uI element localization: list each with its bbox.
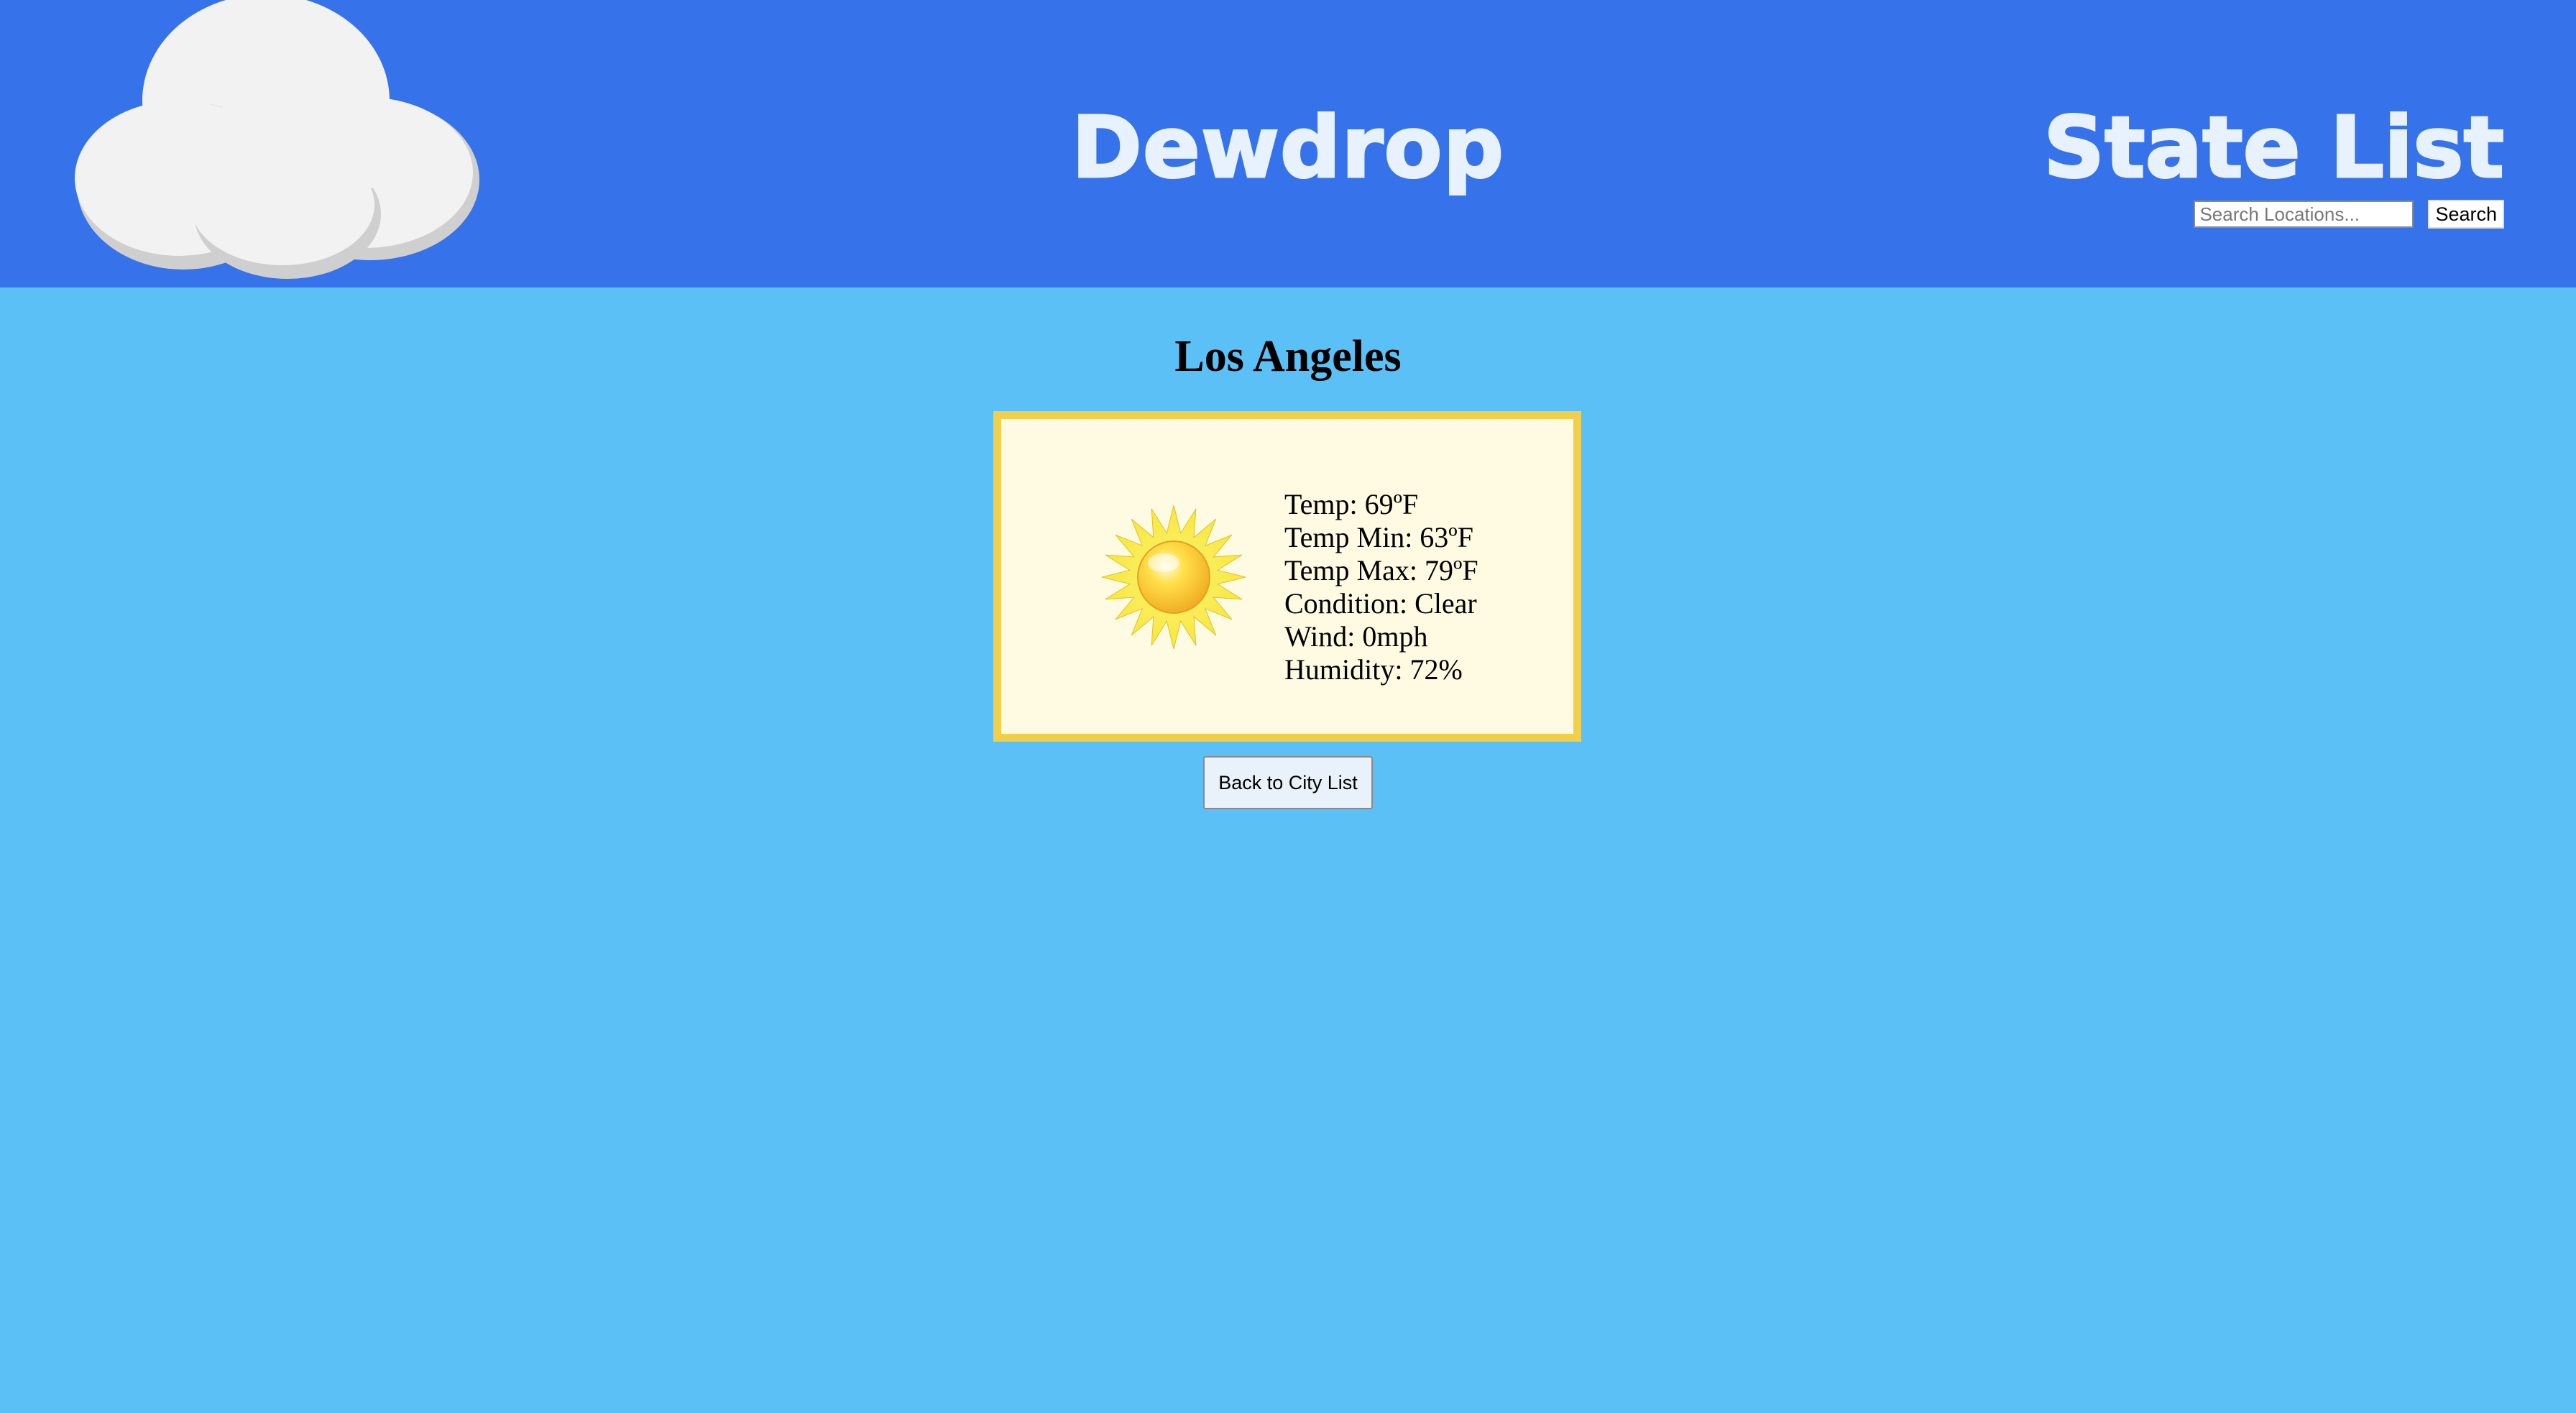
temp-max-value: Temp Max: 79ºF — [1284, 554, 1478, 586]
wind-value: Wind: 0mph — [1284, 620, 1428, 653]
condition-value: Condition: Clear — [1284, 587, 1477, 620]
city-title: Los Angeles — [1174, 332, 1402, 381]
site-header: Dewdrop State List Search — [0, 0, 2576, 287]
sun-icon — [1101, 505, 1246, 650]
search-bar: Search — [2194, 200, 2504, 229]
state-list-link[interactable]: State List — [2043, 100, 2506, 195]
weather-card: Temp: 69ºF Temp Min: 63ºF Temp Max: 79ºF… — [993, 411, 1581, 742]
temp-min-value: Temp Min: 63ºF — [1284, 521, 1473, 553]
temp-value: Temp: 69ºF — [1284, 488, 1419, 520]
brand-title-text: Dewdrop — [1070, 98, 1505, 197]
weather-details: Temp: 69ºF Temp Min: 63ºF Temp Max: 79ºF… — [1284, 488, 1478, 686]
humidity-value: Humidity: 72% — [1284, 653, 1463, 686]
back-to-city-list-button[interactable]: Back to City List — [1203, 756, 1373, 809]
search-button[interactable]: Search — [2428, 200, 2504, 229]
search-input[interactable] — [2194, 201, 2414, 228]
